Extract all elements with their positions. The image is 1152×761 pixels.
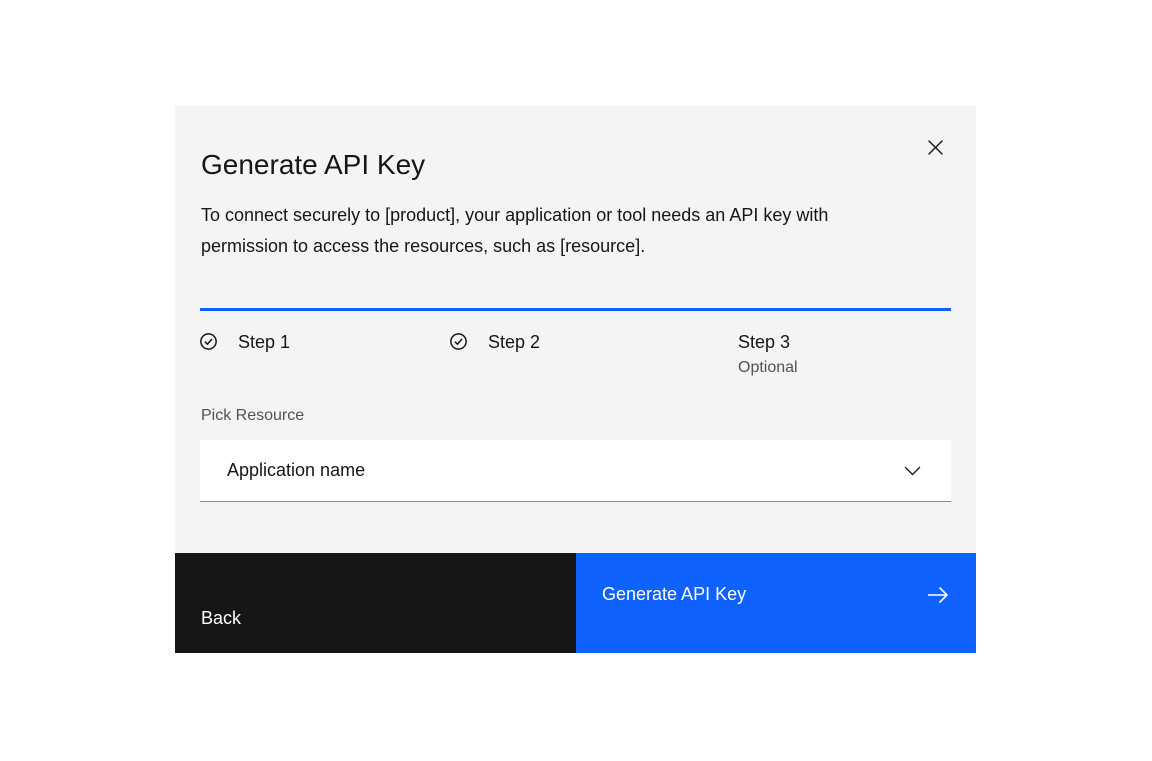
modal-footer: Back Generate API Key bbox=[175, 553, 976, 653]
resource-dropdown[interactable]: Application name bbox=[200, 440, 951, 502]
step-label: Step 3 bbox=[738, 332, 790, 352]
step-label: Step 1 bbox=[238, 332, 290, 352]
generate-api-key-button-label: Generate API Key bbox=[602, 584, 746, 605]
dropdown-label: Pick Resource bbox=[201, 405, 304, 426]
progress-step-1[interactable]: Step 1 bbox=[200, 311, 450, 378]
modal-description: To connect securely to [product], your a… bbox=[201, 200, 919, 262]
modal-title: Generate API Key bbox=[201, 146, 425, 184]
step-label: Step 2 bbox=[488, 332, 540, 352]
current-step-filled-circle-icon bbox=[700, 333, 717, 350]
close-icon bbox=[927, 139, 944, 156]
arrow-right-icon bbox=[926, 585, 950, 605]
checkmark-outline-icon bbox=[200, 333, 217, 350]
progress-step-3-current[interactable]: Step 3 Optional bbox=[700, 311, 950, 378]
back-button[interactable]: Back bbox=[175, 553, 576, 653]
close-button[interactable] bbox=[920, 132, 950, 162]
dropdown-selected-value: Application name bbox=[227, 460, 365, 481]
chevron-down-icon bbox=[904, 466, 921, 476]
step-sublabel: Optional bbox=[738, 357, 798, 378]
progress-step-2[interactable]: Step 2 bbox=[450, 311, 700, 378]
progress-steps: Step 1 Step 2 bbox=[200, 311, 951, 378]
generate-api-key-button[interactable]: Generate API Key bbox=[576, 553, 976, 653]
generate-api-key-modal: Generate API Key To connect securely to … bbox=[175, 106, 976, 653]
checkmark-outline-icon bbox=[450, 333, 467, 350]
progress-indicator: Step 1 Step 2 bbox=[200, 308, 951, 378]
